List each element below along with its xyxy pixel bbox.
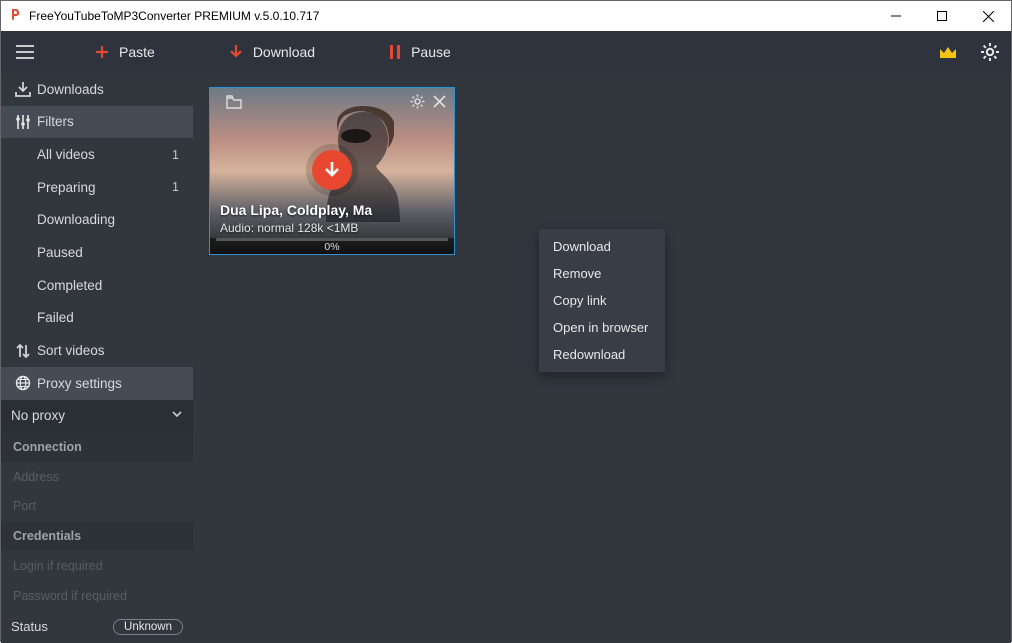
card-close-icon[interactable]	[433, 95, 446, 113]
context-menu: Download Remove Copy link Open in browse…	[539, 229, 665, 372]
connection-header: Connection	[1, 432, 193, 462]
filter-downloading[interactable]: Downloading	[1, 204, 193, 237]
ctx-remove[interactable]: Remove	[539, 260, 665, 287]
sidebar-sort[interactable]: Sort videos	[1, 334, 193, 367]
ctx-download[interactable]: Download	[539, 233, 665, 260]
sidebar-downloads[interactable]: Downloads	[1, 73, 193, 106]
sidebar-proxy-label: Proxy settings	[37, 376, 122, 391]
status-label: Status	[11, 619, 48, 634]
ctx-redownload[interactable]: Redownload	[539, 341, 665, 368]
filter-failed[interactable]: Failed	[1, 302, 193, 335]
progress-percent: 0%	[210, 241, 454, 254]
window-title: FreeYouTubeToMP3Converter PREMIUM v.5.0.…	[29, 9, 319, 23]
minimize-button[interactable]	[873, 1, 919, 31]
ctx-open-browser[interactable]: Open in browser	[539, 314, 665, 341]
download-label: Download	[253, 44, 315, 60]
ctx-copy-link[interactable]: Copy link	[539, 287, 665, 314]
folder-icon[interactable]	[226, 95, 242, 114]
filter-count: 1	[172, 180, 183, 194]
premium-button[interactable]	[927, 31, 969, 73]
login-field: Login if required	[1, 551, 193, 581]
proxy-value: No proxy	[11, 408, 65, 423]
gear-icon	[981, 43, 999, 61]
maximize-button[interactable]	[919, 1, 965, 31]
password-field: Password if required	[1, 581, 193, 611]
card-gear-icon[interactable]	[410, 94, 425, 114]
filter-all-videos[interactable]: All videos 1	[1, 138, 193, 171]
download-arrow-icon	[323, 160, 341, 180]
paste-label: Paste	[119, 44, 155, 60]
pause-icon	[389, 45, 401, 59]
sidebar-downloads-label: Downloads	[37, 82, 104, 97]
video-card[interactable]: Dua Lipa, Coldplay, Ma Audio: normal 128…	[209, 87, 455, 255]
filter-label: Downloading	[37, 212, 115, 227]
crown-icon	[938, 44, 958, 60]
card-title: Dua Lipa, Coldplay, Ma	[220, 202, 444, 218]
sidebar-filters-label: Filters	[37, 114, 74, 129]
chevron-down-icon	[171, 408, 183, 423]
filter-paused[interactable]: Paused	[1, 236, 193, 269]
content-area: Dua Lipa, Coldplay, Ma Audio: normal 128…	[193, 73, 1011, 643]
filter-count: 1	[172, 148, 183, 162]
filter-label: All videos	[37, 147, 95, 162]
sidebar-filters[interactable]: Filters	[1, 106, 193, 139]
download-badge[interactable]	[312, 150, 352, 190]
card-progress: 0%	[210, 238, 454, 254]
credentials-header: Credentials	[1, 521, 193, 551]
window-controls	[873, 1, 1011, 31]
plus-icon	[95, 45, 109, 59]
proxy-status-row: Status Unknown	[1, 610, 193, 643]
window-titlebar: FreeYouTubeToMP3Converter PREMIUM v.5.0.…	[1, 1, 1011, 31]
sidebar-proxy[interactable]: Proxy settings	[1, 367, 193, 400]
address-field: Address	[1, 462, 193, 492]
pause-label: Pause	[411, 44, 451, 60]
paste-button[interactable]: Paste	[83, 31, 173, 73]
filter-label: Paused	[37, 245, 83, 260]
filter-label: Preparing	[37, 180, 96, 195]
toolbar: Paste Download Pause	[1, 31, 1011, 73]
globe-icon	[15, 375, 37, 391]
progress-bar	[216, 238, 448, 241]
download-tray-icon	[15, 81, 37, 97]
filter-label: Completed	[37, 278, 102, 293]
download-button[interactable]: Download	[217, 31, 333, 73]
filters-icon	[15, 114, 37, 130]
proxy-select[interactable]: No proxy	[1, 400, 193, 433]
sidebar-sort-label: Sort videos	[37, 343, 105, 358]
sort-icon	[15, 343, 37, 359]
hamburger-menu-button[interactable]	[1, 31, 49, 73]
settings-button[interactable]	[969, 31, 1011, 73]
card-subtitle: Audio: normal 128k <1MB	[220, 221, 444, 235]
filter-completed[interactable]: Completed	[1, 269, 193, 302]
app-icon	[9, 9, 23, 23]
pause-button[interactable]: Pause	[377, 31, 469, 73]
sidebar: Downloads Filters All videos 1 Preparing…	[1, 73, 193, 643]
download-arrow-icon	[229, 44, 243, 60]
filter-preparing[interactable]: Preparing 1	[1, 171, 193, 204]
close-button[interactable]	[965, 1, 1011, 31]
main-area: Downloads Filters All videos 1 Preparing…	[1, 73, 1011, 643]
port-field: Port	[1, 492, 193, 522]
status-badge[interactable]: Unknown	[113, 619, 183, 635]
filter-label: Failed	[37, 310, 74, 325]
